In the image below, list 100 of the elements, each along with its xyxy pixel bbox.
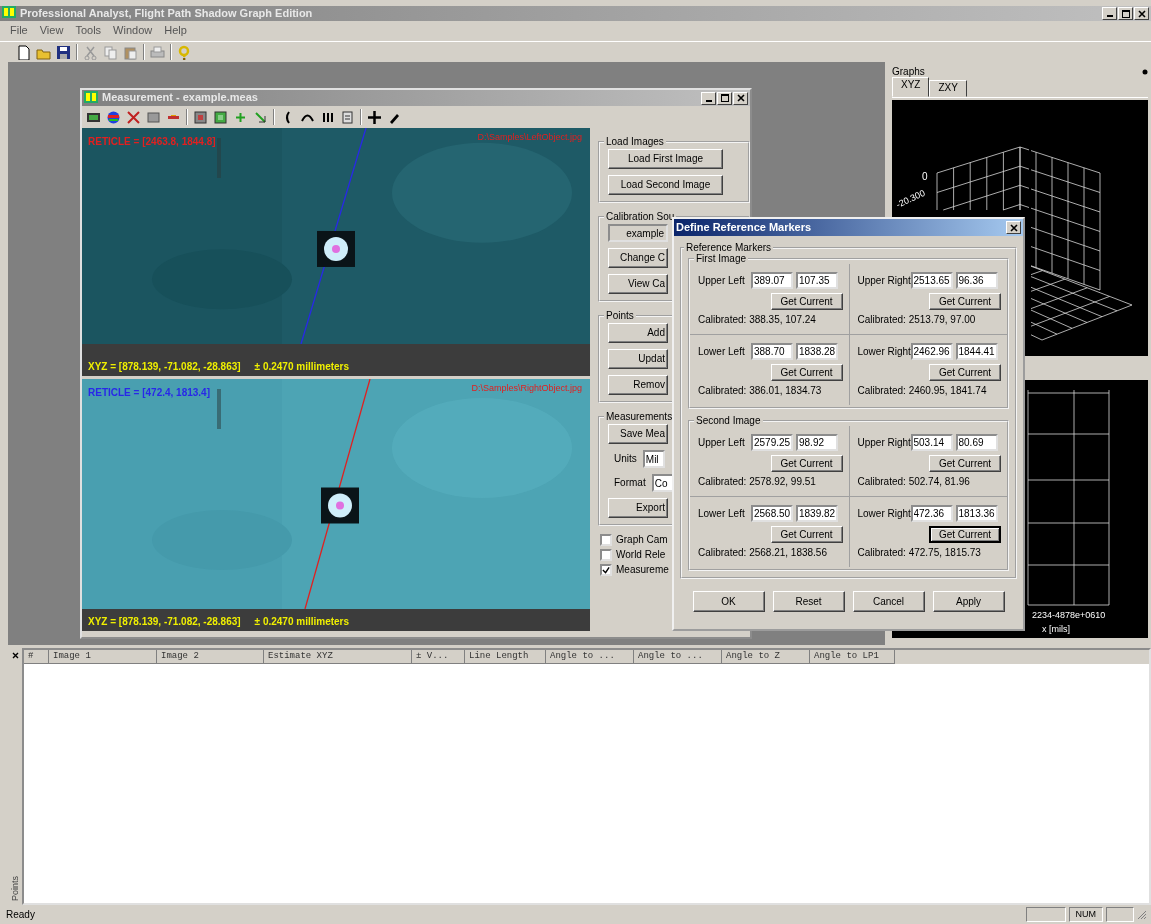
column-header[interactable]: Image 1 [49,650,157,664]
axis-label: 0 [922,171,928,182]
status-indicator: NUM [1068,907,1103,922]
dialog-button[interactable]: Apply [932,591,1005,612]
panel-button[interactable]: Export [608,498,668,518]
calibrated-readout: Calibrated: 2460.95, 1841.74 [857,385,988,397]
column-header[interactable]: Angle to LP1 [810,650,895,664]
panel-button[interactable]: Load First Image [608,149,723,169]
coordinate-field[interactable]: 2568.50 [751,505,793,522]
column-header[interactable]: Estimate XYZ [264,650,412,664]
menu-item[interactable]: View [39,24,64,38]
menu-item[interactable]: Window [113,24,153,38]
get-current-button[interactable]: Get Current [770,526,843,543]
maximize-button[interactable] [1118,7,1133,20]
panel-button[interactable]: Remov [608,375,668,395]
close-button[interactable] [733,91,748,105]
coordinate-field[interactable]: 1838.28 [796,343,838,360]
panel-button[interactable]: Load Second Image [608,175,723,195]
group-title: Second Image [695,415,762,426]
clipboard-icon[interactable] [123,44,138,60]
framed-square-icon[interactable] [193,109,208,125]
dialog-button[interactable]: Cancel [852,591,925,612]
coordinate-field[interactable]: 389.07 [751,272,793,289]
grid-square-icon[interactable] [213,109,228,125]
close-button[interactable] [1134,7,1149,20]
panel-icon[interactable] [340,109,355,125]
panel-button[interactable]: Updat [608,349,668,369]
checkbox[interactable] [600,534,612,546]
coordinate-field[interactable]: 2513.65 [910,272,953,289]
move-icon[interactable] [367,109,382,125]
square-icon[interactable] [146,109,161,125]
tab[interactable]: ZXY [929,80,967,97]
get-current-button[interactable]: Get Current [770,364,843,381]
coordinate-field[interactable]: 80.69 [955,434,998,451]
panel-button[interactable]: View Ca [608,274,668,294]
page-icon[interactable] [16,44,31,60]
coordinate-field[interactable]: 96.36 [955,272,998,289]
maximize-icon [720,94,729,102]
status-panel [1025,907,1066,922]
input-field[interactable]: Co [651,474,674,492]
diagonal-arrow-icon[interactable] [253,109,268,125]
error-readout: ± 0.2470 millimeters [254,616,350,628]
get-current-button[interactable]: Get Current [770,455,843,472]
xyz-readout: XYZ = [878.139, -71.082, -28.863] [88,616,241,628]
coordinate-field[interactable]: 1839.82 [796,505,838,522]
input-field[interactable]: Mil [642,450,665,468]
field-label: Units [614,453,637,465]
checkbox[interactable] [600,549,612,561]
coordinate-field[interactable]: 1813.36 [955,505,998,522]
status-text: Ready [6,908,35,921]
column-header[interactable]: # [24,650,49,664]
file-path: D:\Samples\RightObject.jpg [471,383,582,394]
get-current-button[interactable]: Get Current [929,526,1001,543]
get-current-button[interactable]: Get Current [929,364,1001,381]
calibrated-readout: Calibrated: 388.35, 107.24 [698,314,817,326]
dialog-button[interactable]: OK [692,591,765,612]
coordinate-field[interactable]: 2462.96 [910,343,953,360]
column-header[interactable]: Angle to ... [634,650,722,664]
coordinate-field[interactable]: 2579.25 [751,434,793,451]
coordinate-field[interactable]: 107.35 [796,272,838,289]
coordinate-field[interactable]: 98.92 [796,434,838,451]
column-header[interactable]: Angle to ... [546,650,634,664]
field-label: Format [614,477,646,489]
panel-button[interactable]: Change C [608,248,668,268]
coordinate-field[interactable]: 388.70 [751,343,793,360]
column-header[interactable]: Angle to Z [722,650,810,664]
minimize-icon [1106,15,1113,17]
menu-item[interactable]: File [10,24,28,38]
resize-grip-icon[interactable] [1137,909,1147,920]
minimize-button[interactable] [1102,7,1117,20]
calibrated-readout: Calibrated: 472.75, 1815.73 [857,547,982,559]
calibrated-readout: Calibrated: 2513.79, 97.00 [857,314,977,326]
calibrated-readout: Calibrated: 2568.21, 1838.56 [698,547,828,559]
column-header[interactable]: Image 2 [157,650,264,664]
coordinate-field[interactable]: 503.14 [910,434,953,451]
checkbox[interactable] [600,564,612,576]
color-ball-icon[interactable] [106,109,121,125]
menu-item[interactable]: Tools [75,24,102,38]
coordinate-field[interactable]: 1844.41 [955,343,998,360]
menu-item[interactable]: Help [164,24,187,38]
maximize-button[interactable] [717,91,732,105]
app-icon [84,90,99,106]
error-readout: ± 0.2470 millimeters [254,361,350,373]
panel-button[interactable]: Save Mea [608,424,668,444]
panel-button[interactable]: Add [608,323,668,343]
column-header[interactable]: Line Length [465,650,546,664]
get-current-button[interactable]: Get Current [770,293,843,310]
coordinate-field[interactable]: 472.36 [910,505,953,522]
xyz-readout: XYZ = [878.139, -71.082, -28.863] [88,361,241,373]
close-button[interactable] [1006,221,1021,234]
maximize-icon [1121,9,1130,18]
get-current-button[interactable]: Get Current [929,293,1001,310]
get-current-button[interactable]: Get Current [929,455,1001,472]
calibrated-readout: Calibrated: 2578.92, 99.51 [698,476,817,488]
app-icon [2,6,17,21]
tab[interactable]: XYZ [892,77,930,97]
dialog-button[interactable]: Reset [772,591,845,612]
column-header[interactable]: ± V... [412,650,465,664]
input-field[interactable]: example [608,224,668,242]
minimize-button[interactable] [701,91,716,105]
